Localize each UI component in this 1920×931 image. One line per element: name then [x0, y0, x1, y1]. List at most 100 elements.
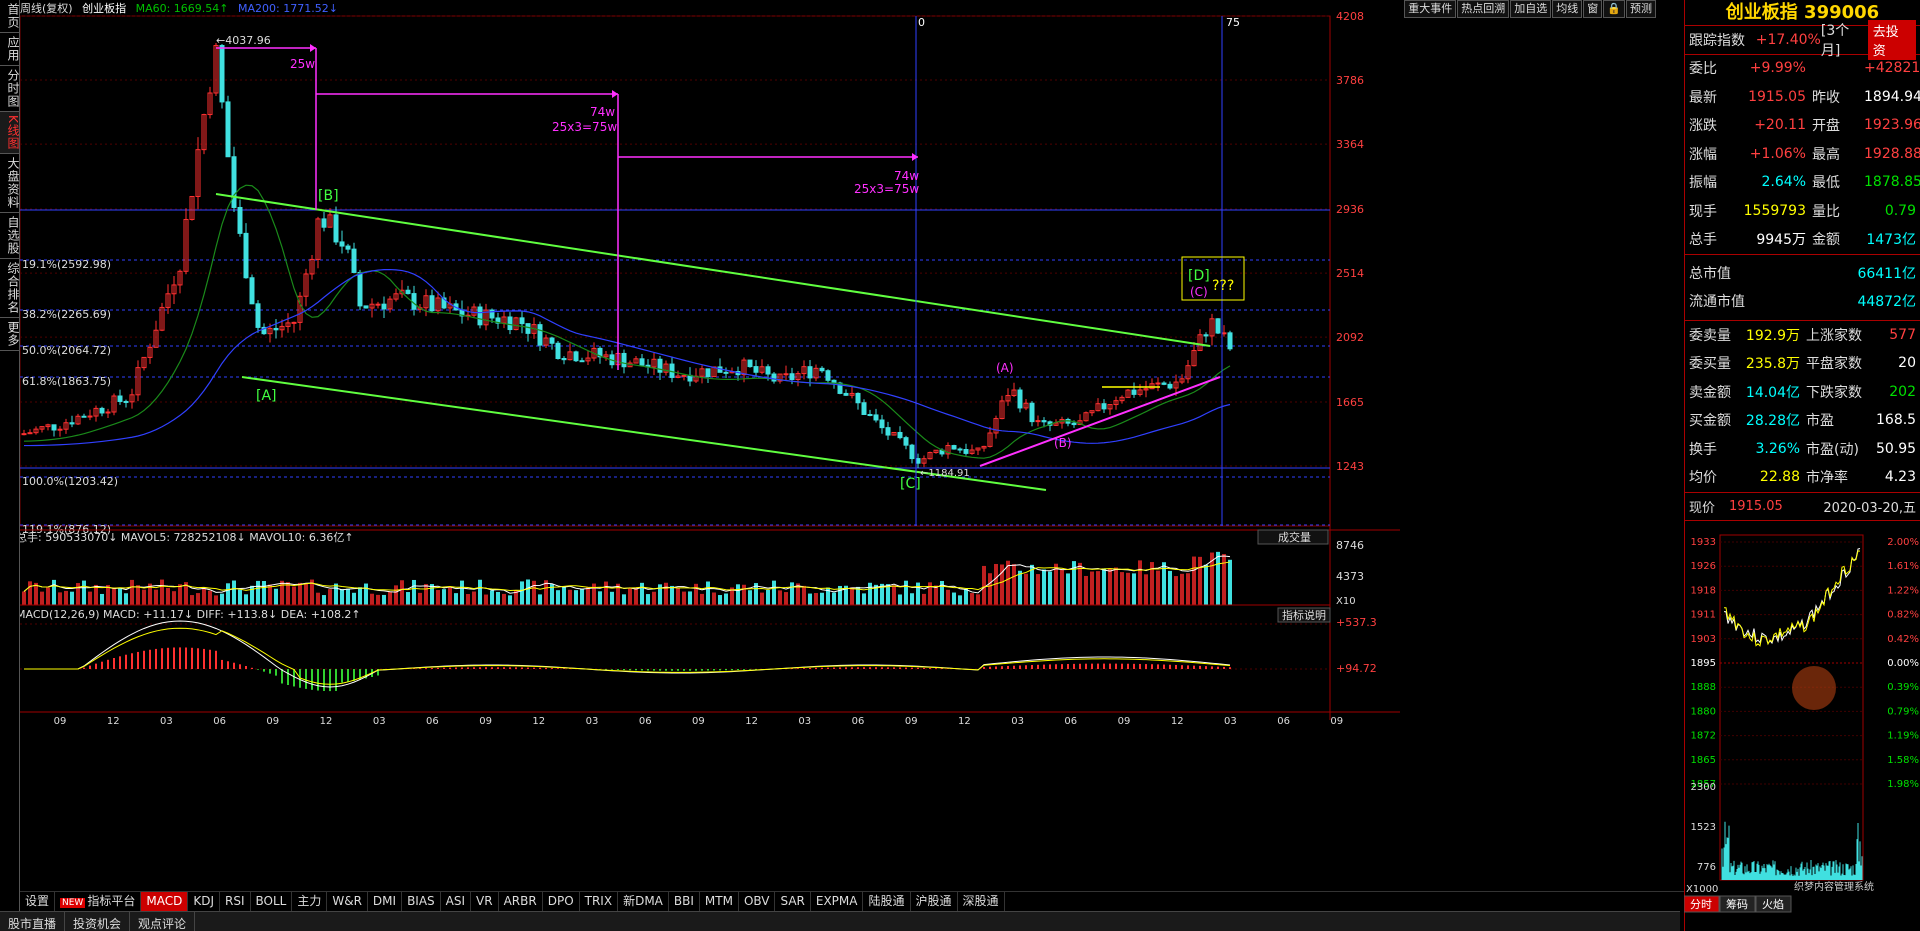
quote-label: 总手 — [1689, 232, 1717, 249]
volume-bar — [286, 582, 290, 605]
question-label: ??? — [1212, 278, 1234, 294]
sidebar-tab-6[interactable]: 综合排名 — [0, 259, 20, 318]
price-axis-label: 2936 — [1336, 203, 1364, 216]
mini-left-label: 1865 — [1691, 755, 1716, 766]
candle-body — [747, 359, 753, 368]
volume-bar — [790, 582, 794, 605]
indicator-tab-7[interactable]: DMI — [368, 892, 403, 911]
candle-body — [363, 305, 369, 309]
candle-body — [867, 413, 873, 416]
quote-value-2: 0.79 — [1884, 202, 1916, 219]
indicator-platform-tab[interactable]: NEW 指标平台 — [55, 892, 142, 911]
sidebar-tab-4[interactable]: 大盘资料 — [0, 154, 20, 213]
candle-body — [537, 324, 543, 346]
mini-right-label: 1.22% — [1887, 585, 1919, 596]
candle-body — [621, 352, 627, 368]
mini-left-label: 1880 — [1691, 706, 1716, 717]
indicator-tab-3[interactable]: RSI — [220, 892, 251, 911]
candle-body — [21, 433, 27, 436]
invest-button[interactable]: 去投资 — [1867, 19, 1916, 60]
volume-bar — [1030, 564, 1034, 605]
indicator-platform-label: 指标平台 — [87, 894, 136, 908]
hot-review-button[interactable]: 热点回溯 — [1457, 0, 1510, 18]
volume-bar — [646, 594, 650, 605]
comment-tab[interactable]: 观点评论 — [130, 912, 196, 931]
quote-label-2: 平盘家数 — [1806, 356, 1862, 373]
volume-bar — [64, 590, 68, 605]
price-axis-label: 2514 — [1336, 267, 1364, 280]
volume-bar — [1042, 569, 1046, 605]
volume-bar — [226, 583, 230, 605]
live-tab[interactable]: 股市直播 — [0, 912, 66, 931]
quote-label-2: 最高 — [1812, 146, 1840, 163]
indicator-tab-20[interactable]: 陆股通 — [863, 892, 911, 911]
candle-body — [477, 306, 483, 326]
indicator-tab-15[interactable]: BBI — [669, 892, 700, 911]
indicator-tab-16[interactable]: MTM — [700, 892, 739, 911]
add-watchlist-button[interactable]: 加自选 — [1510, 0, 1552, 18]
volume-bar — [346, 588, 350, 605]
macd-axis-label: +94.72 — [1336, 662, 1377, 675]
settings-tab[interactable]: 设置 — [20, 892, 56, 911]
quote-value-2: 168.5 — [1876, 412, 1917, 429]
ma-button[interactable]: 均线 — [1552, 0, 1583, 18]
quote-label-2: 下跌家数 — [1806, 384, 1862, 401]
indicator-tab-13[interactable]: TRIX — [580, 892, 619, 911]
status-bar: 股市直播 投资机会 观点评论 — [0, 911, 1680, 931]
fib-label: 19.1%(2592.98) — [22, 258, 111, 271]
indicator-tab-5[interactable]: 主力 — [292, 892, 328, 911]
indicator-tab-11[interactable]: ARBR — [499, 892, 543, 911]
volume-bar — [154, 589, 158, 605]
x-axis-label: 09 — [54, 716, 67, 727]
indicator-tab-22[interactable]: 深股通 — [958, 892, 1005, 911]
indicator-tab-18[interactable]: SAR — [775, 892, 811, 911]
sidebar-tab-2[interactable]: 分时图 — [0, 66, 20, 112]
indicator-tab-1[interactable]: MACD — [141, 892, 189, 911]
window-button[interactable]: 窗 — [1583, 0, 1603, 18]
opportunity-tab[interactable]: 投资机会 — [65, 912, 131, 931]
volume-bar — [430, 584, 434, 605]
track-value: +17.40% — [1755, 31, 1821, 48]
x-axis-label: 06 — [1277, 716, 1290, 727]
indicator-tab-4[interactable]: BOLL — [251, 892, 293, 911]
candle-body — [99, 407, 105, 414]
channel-upper — [215, 193, 1211, 347]
rows1-row: 涨幅 +1.06% 最高 1928.88 — [1685, 140, 1920, 169]
sidebar-tab-7[interactable]: 更多 — [0, 318, 20, 351]
indicator-tab-21[interactable]: 沪股通 — [911, 892, 958, 911]
cycle-label-0: 0 — [918, 16, 925, 29]
indicator-tab-8[interactable]: BIAS — [402, 892, 441, 911]
predict-button[interactable]: 预测 — [1626, 0, 1656, 18]
lock-icon[interactable]: 🔒 — [1603, 0, 1625, 18]
main-kline-chart[interactable]: 4208 3786 3364 2936 2514 2092 1665 1243 19.1%(25… — [20, 0, 1684, 903]
volume-bar — [694, 583, 698, 605]
wave-A-label: [A] — [256, 388, 277, 404]
intraday-mini-chart[interactable]: 1933 1926 1918 1911 1903 1895 1888 1880 1872 1865… — [1684, 530, 1920, 915]
indicator-tab-14[interactable]: 新DMA — [618, 892, 669, 911]
indicator-tab-10[interactable]: VR — [471, 892, 499, 911]
indicator-tab-2[interactable]: KDJ — [188, 892, 220, 911]
volume-bar — [502, 593, 506, 605]
candle-body — [57, 428, 63, 431]
candle-body — [657, 358, 663, 373]
indicator-tab-17[interactable]: OBV — [739, 892, 776, 911]
mini-left-label: 1895 — [1691, 658, 1716, 669]
event-button[interactable]: 重大事件 — [1404, 0, 1457, 18]
quote-label-2: 量比 — [1812, 203, 1840, 220]
volume-bar — [124, 593, 128, 605]
candle-body — [1131, 389, 1137, 395]
indicator-tab-19[interactable]: EXPMA — [811, 892, 864, 911]
sidebar-tab-0[interactable]: 首页 — [0, 0, 20, 33]
indicator-tab-6[interactable]: W&R — [327, 892, 368, 911]
sidebar-tab-1[interactable]: 应用 — [0, 33, 20, 66]
candle-body — [561, 357, 567, 361]
sidebar-tab-5[interactable]: 自选股 — [0, 213, 20, 259]
volume-bar — [820, 592, 824, 605]
volume-bar — [448, 586, 452, 605]
indicator-tab-12[interactable]: DPO — [543, 892, 580, 911]
volume-bar — [778, 590, 782, 605]
sidebar-tab-3[interactable]: K线图 — [0, 112, 20, 154]
watermark-text: 织梦内容管理系统 — [1794, 880, 1874, 893]
indicator-tab-9[interactable]: ASI — [441, 892, 472, 911]
mini-right-label: 0.00% — [1887, 658, 1919, 669]
